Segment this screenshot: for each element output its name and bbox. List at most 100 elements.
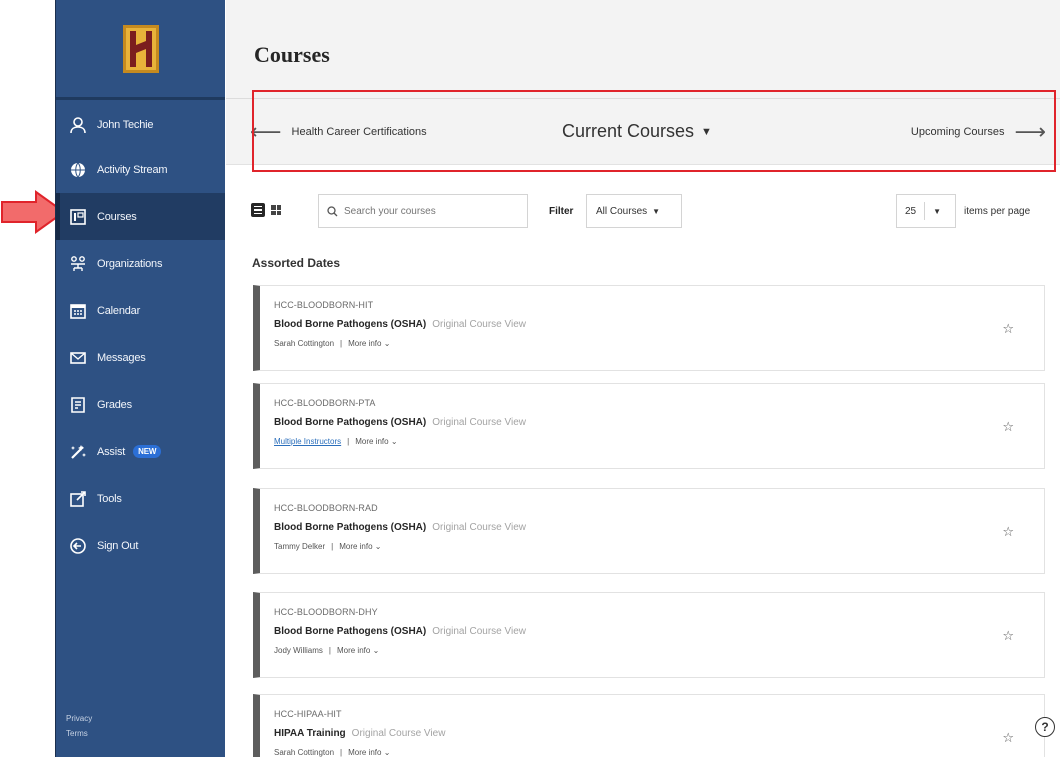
course-title[interactable]: Blood Borne Pathogens (OSHA) [274,626,426,637]
sidebar-item-label: Assist [97,445,126,458]
course-card[interactable]: HCC-BLOODBORN-PTA Blood Borne Pathogens … [253,383,1045,469]
meta-separator: | [340,339,343,348]
course-meta: Sarah Cottington | More info ⌄ [274,748,390,757]
favorite-star-icon[interactable]: ☆ [1002,628,1014,644]
course-view-type: Original Course View [432,417,526,428]
course-view-type: Original Course View [432,626,526,637]
caret-down-icon: ▼ [933,206,942,216]
tools-icon [67,488,89,510]
course-title-row: HIPAA Training Original Course View [274,728,445,739]
course-title[interactable]: Blood Borne Pathogens (OSHA) [274,522,426,533]
sidebar-item-label: Sign Out [97,539,139,552]
course-card[interactable]: HCC-BLOODBORN-HIT Blood Borne Pathogens … [253,285,1045,371]
more-info-toggle[interactable]: More info [355,437,388,446]
course-meta: Multiple Instructors | More info ⌄ [274,437,398,446]
course-title-row: Blood Borne Pathogens (OSHA) Original Cou… [274,319,526,330]
assist-icon [67,441,89,463]
chevron-down-icon: ⌄ [383,748,391,757]
course-view-type: Original Course View [432,319,526,330]
globe-icon [67,159,89,181]
course-card[interactable]: HCC-HIPAA-HIT HIPAA Training Original Cou… [253,694,1045,757]
sidebar-item-label: Grades [97,398,132,411]
meta-separator: | [328,646,331,655]
items-per-page-dropdown[interactable]: 25 ▼ [896,194,956,228]
sidebar-item-label: Tools [97,492,122,505]
favorite-star-icon[interactable]: ☆ [1002,419,1014,435]
sidebar-item-label: Activity Stream [97,163,168,176]
more-info-toggle[interactable]: More info [339,542,372,551]
course-title[interactable]: HIPAA Training [274,728,346,739]
sidebar-item-label: Courses [97,210,137,223]
course-title[interactable]: Blood Borne Pathogens (OSHA) [274,319,426,330]
course-instructor: Jody Williams [274,646,323,655]
course-code: HCC-HIPAA-HIT [274,709,342,719]
more-info-toggle[interactable]: More info [348,339,381,348]
filter-dropdown[interactable]: All Courses ▼ [586,194,682,228]
new-badge: NEW [133,445,162,458]
terms-link[interactable]: Terms [66,726,92,741]
favorite-star-icon[interactable]: ☆ [1002,524,1014,540]
multiple-instructors-link[interactable]: Multiple Instructors [274,437,341,446]
courses-icon [67,206,89,228]
course-meta: Jody Williams | More info ⌄ [274,646,379,655]
group-title: Assorted Dates [252,256,341,270]
course-title-row: Blood Borne Pathogens (OSHA) Original Cou… [274,522,526,533]
sidebar-item-calendar[interactable]: Calendar [56,287,225,334]
sidebar-item-profile[interactable]: John Techie [56,104,225,146]
sidebar-item-organizations[interactable]: Organizations [56,240,225,287]
course-toolbar: Filter All Courses ▼ 25 ▼ items per page [226,190,1060,230]
meta-separator: | [340,748,343,757]
annotation-highlight-box [252,90,1056,172]
course-card[interactable]: HCC-BLOODBORN-DHY Blood Borne Pathogens … [253,592,1045,678]
filter-label: Filter [549,206,574,217]
course-code: HCC-BLOODBORN-HIT [274,300,374,310]
favorite-star-icon[interactable]: ☆ [1002,730,1014,746]
search-box[interactable] [318,194,528,228]
sidebar-item-label: Messages [97,351,146,364]
search-input[interactable] [344,205,514,217]
favorite-star-icon[interactable]: ☆ [1002,321,1014,337]
chevron-down-icon: ⌄ [390,437,398,446]
course-title-row: Blood Borne Pathogens (OSHA) Original Cou… [274,417,526,428]
course-card[interactable]: HCC-BLOODBORN-RAD Blood Borne Pathogens … [253,488,1045,574]
sidebar-item-activity-stream[interactable]: Activity Stream [56,146,225,193]
list-view-icon[interactable] [251,203,265,217]
sidebar-item-assist[interactable]: Assist NEW [56,428,225,475]
sidebar-item-messages[interactable]: Messages [56,334,225,381]
sidebar-item-sign-out[interactable]: Sign Out [56,522,225,569]
logo-icon [122,24,159,73]
sign-out-icon [67,535,89,557]
sidebar-item-grades[interactable]: Grades [56,381,225,428]
grid-view-icon[interactable] [270,204,282,216]
course-meta: Sarah Cottington | More info ⌄ [274,339,390,348]
course-code: HCC-BLOODBORN-DHY [274,607,378,617]
calendar-icon [67,300,89,322]
course-instructor: Sarah Cottington [274,748,335,757]
institution-logo[interactable] [56,0,225,100]
course-title[interactable]: Blood Borne Pathogens (OSHA) [274,417,426,428]
page-title: Courses [254,42,330,67]
chevron-down-icon: ⌄ [374,542,382,551]
chevron-down-icon: ⌄ [372,646,380,655]
course-instructor: Sarah Cottington [274,339,335,348]
caret-down-icon: ▼ [652,206,661,216]
course-code: HCC-BLOODBORN-PTA [274,398,376,408]
more-info-toggle[interactable]: More info [337,646,370,655]
per-page-value: 25 [905,205,917,217]
envelope-icon [67,347,89,369]
sidebar: John Techie Activity Stream Courses Orga… [55,0,225,757]
chevron-down-icon: ⌄ [383,339,391,348]
more-info-toggle[interactable]: More info [348,748,381,757]
privacy-link[interactable]: Privacy [66,711,92,726]
user-icon [67,114,89,136]
course-code: HCC-BLOODBORN-RAD [274,503,378,513]
help-icon[interactable]: ? [1035,717,1055,737]
sidebar-item-courses[interactable]: Courses [56,193,225,240]
filter-value: All Courses [596,205,648,217]
sidebar-item-tools[interactable]: Tools [56,475,225,522]
meta-separator: | [331,542,334,551]
course-view-type: Original Course View [351,728,446,739]
course-title-row: Blood Borne Pathogens (OSHA) Original Cou… [274,626,526,637]
organizations-icon [67,253,89,275]
course-meta: Tammy Delker | More info ⌄ [274,542,382,551]
